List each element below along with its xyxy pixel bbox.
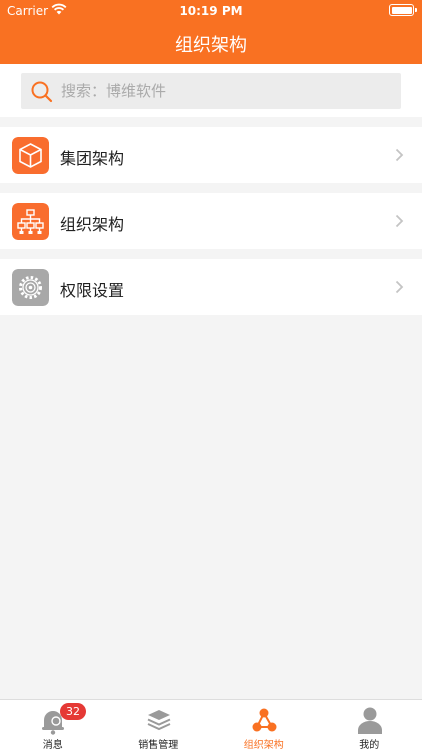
search-input[interactable] (61, 73, 391, 109)
search-bar (0, 64, 422, 117)
person-icon (357, 707, 382, 734)
tab-label: 销售管理 (138, 740, 179, 750)
menu-item-label: 权限设置 (60, 281, 125, 300)
app-header: Carrier 10:19 PM 组织架构 (0, 0, 422, 64)
tab-label: 消息 (42, 740, 63, 750)
gear-icon (12, 269, 49, 306)
tab-bar: 32 消息 销售管理 组织架构 我的 (0, 699, 422, 750)
tab-label: 组织架构 (243, 740, 284, 750)
tab-mine[interactable]: 我的 (317, 700, 422, 750)
page-title: 组织架构 (175, 35, 247, 56)
battery-icon (389, 4, 417, 16)
layers-icon (147, 710, 170, 731)
menu-item-group-structure[interactable]: 集团架构 (0, 127, 422, 183)
chevron-right-icon (395, 148, 404, 162)
chevron-right-icon (395, 214, 404, 228)
menu-item-org-structure[interactable]: 组织架构 (0, 193, 422, 249)
tab-org-structure[interactable]: 组织架构 (211, 700, 317, 750)
menu-item-permission-settings[interactable]: 权限设置 (0, 259, 422, 315)
chevron-right-icon (395, 280, 404, 294)
menu-item-label: 集团架构 (60, 149, 125, 168)
status-bar: Carrier 10:19 PM (0, 0, 422, 22)
share-nodes-icon (252, 708, 277, 732)
clock: 10:19 PM (179, 4, 243, 18)
tab-label: 我的 (359, 740, 380, 750)
tab-sales-management[interactable]: 销售管理 (106, 700, 212, 750)
menu-item-label: 组织架构 (60, 215, 125, 234)
tab-messages[interactable]: 32 消息 (0, 700, 106, 750)
search-icon (31, 81, 53, 103)
unread-badge: 32 (60, 703, 86, 720)
cube-icon (12, 137, 49, 174)
search-box[interactable] (21, 73, 401, 109)
org-chart-icon (12, 203, 49, 240)
